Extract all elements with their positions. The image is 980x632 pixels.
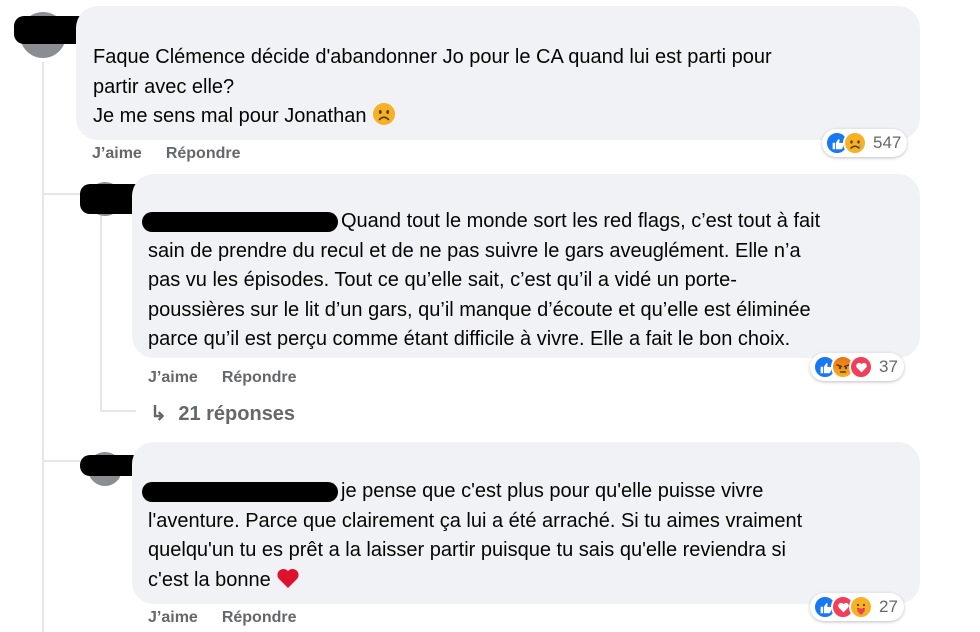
comment-actions: J’aime Répondre [148,609,296,627]
reply-arrow-icon: ↳ [150,403,167,425]
comment-text: je pense que c'est plus pour qu'elle pui… [148,477,918,598]
care-reaction-icon [849,595,873,619]
reply-button[interactable]: Répondre [166,145,241,163]
comment-actions: J’aime Répondre [148,369,296,387]
comment-bubble: Quand tout le monde sort les red flags, … [132,174,920,358]
comment-text: Faque Clémence décide d'abandonner Jo po… [93,43,913,136]
thread-connector-2 [42,460,80,462]
comment-bubble: Faque Clémence décide d'abandonner Jo po… [76,6,920,140]
reply-button[interactable]: Répondre [222,369,297,387]
reaction-count: 27 [879,597,898,616]
replies-count-label: 21 réponses [178,403,296,425]
red-heart-emoji-icon [276,567,300,599]
thread-connector-1 [42,193,80,195]
thread-line-main [42,62,44,632]
comment-bubble: je pense que c'est plus pour qu'elle pui… [132,442,920,604]
love-reaction-icon [849,355,873,379]
like-button[interactable]: J’aime [92,145,142,163]
like-button[interactable]: J’aime [148,369,198,387]
sad-reaction-icon [843,131,867,155]
like-button[interactable]: J’aime [148,609,198,627]
reaction-summary[interactable]: 547 [822,129,908,157]
thread-line-reply [100,216,102,412]
reaction-count: 37 [879,357,898,376]
comment-actions: J’aime Répondre [92,145,240,163]
view-replies-link[interactable]: ↳ 21 réponses [150,401,295,426]
sad-face-emoji-icon [372,102,396,136]
reaction-summary[interactable]: 27 [810,593,904,621]
reaction-count: 547 [873,133,902,152]
thread-connector-replies [100,410,136,412]
comment-text: Quand tout le monde sort les red flags, … [148,210,821,350]
reaction-summary[interactable]: 37 [810,353,904,381]
reply-button[interactable]: Répondre [222,609,297,627]
